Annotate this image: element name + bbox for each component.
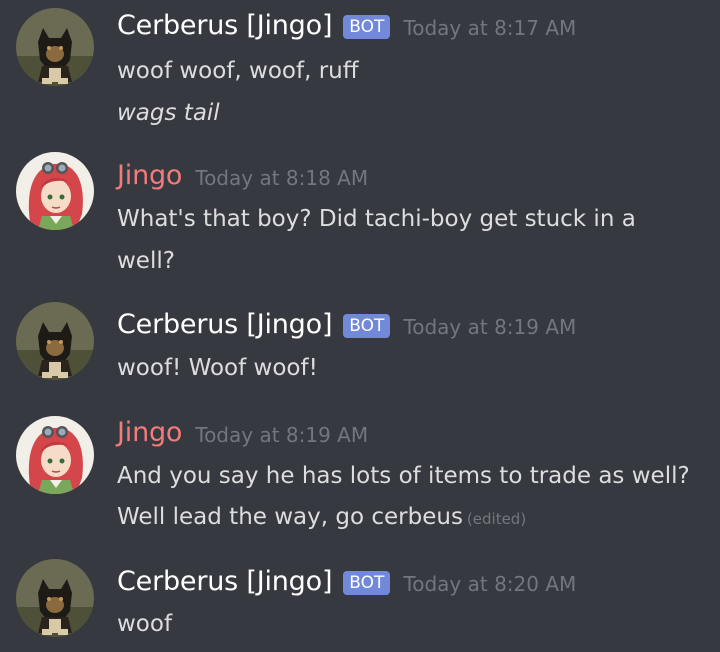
message-text: well? [117, 248, 175, 274]
message-text: woof [117, 611, 173, 637]
avatar[interactable] [16, 152, 94, 230]
timestamp[interactable]: Today at 8:19 AM [195, 423, 368, 447]
bot-badge: BOT [343, 15, 391, 39]
dog-avatar-icon [16, 559, 94, 637]
message-header: Cerberus [Jingo] BOT Today at 8:20 AM [117, 564, 576, 598]
message-text: And you say he has lots of items to trad… [117, 463, 690, 489]
avatar[interactable] [16, 8, 94, 86]
anime-girl-avatar-icon [16, 416, 94, 494]
message-text: wags tail [117, 100, 220, 126]
bot-badge: BOT [343, 571, 391, 595]
message-text: woof woof, woof, ruff [117, 58, 359, 84]
edited-label: (edited) [466, 510, 527, 528]
author-name[interactable]: Jingo [117, 160, 182, 191]
message-text: Well lead the way, go cerbeus [117, 504, 463, 530]
timestamp[interactable]: Today at 8:17 AM [403, 16, 576, 40]
message-header: Cerberus [Jingo] BOT Today at 8:17 AM [117, 8, 576, 42]
author-name[interactable]: Jingo [117, 417, 182, 448]
message-header: Cerberus [Jingo] BOT Today at 8:19 AM [117, 307, 576, 341]
message-header: Jingo Today at 8:18 AM [117, 158, 368, 192]
timestamp[interactable]: Today at 8:20 AM [403, 572, 576, 596]
author-name[interactable]: Cerberus [Jingo] [117, 309, 332, 340]
message-header: Jingo Today at 8:19 AM [117, 415, 368, 449]
avatar[interactable] [16, 416, 94, 494]
avatar[interactable] [16, 559, 94, 637]
avatar[interactable] [16, 302, 94, 380]
author-name[interactable]: Cerberus [Jingo] [117, 10, 332, 41]
anime-girl-avatar-icon [16, 152, 94, 230]
message-text: woof! Woof woof! [117, 355, 318, 381]
message-text-edited: Well lead the way, go cerbeus (edited) [117, 504, 526, 530]
timestamp[interactable]: Today at 8:19 AM [403, 315, 576, 339]
dog-avatar-icon [16, 8, 94, 86]
timestamp[interactable]: Today at 8:18 AM [195, 166, 368, 190]
message-text: What's that boy? Did tachi-boy get stuck… [117, 206, 636, 232]
author-name[interactable]: Cerberus [Jingo] [117, 566, 332, 597]
dog-avatar-icon [16, 302, 94, 380]
bot-badge: BOT [343, 314, 391, 338]
